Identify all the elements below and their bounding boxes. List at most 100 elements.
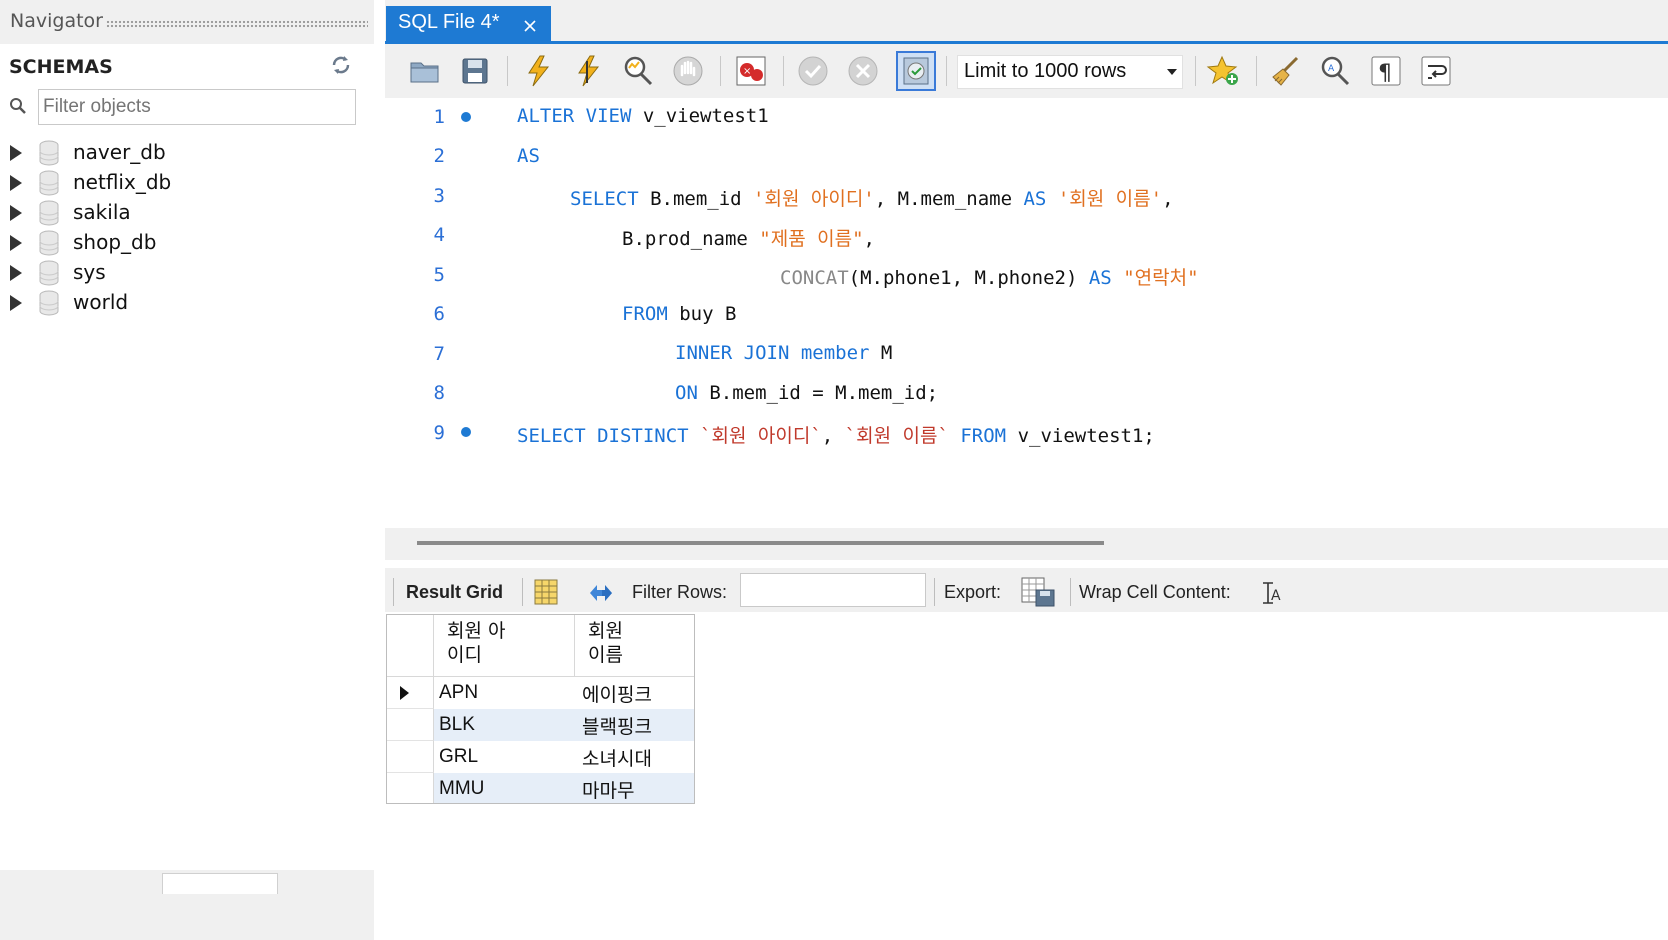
code-token: INNER JOIN xyxy=(675,342,790,364)
row-header[interactable] xyxy=(387,677,434,709)
result-grid-tab[interactable]: Result Grid xyxy=(406,582,503,603)
grid-cell[interactable]: APN xyxy=(434,677,575,709)
toolbar-separator xyxy=(934,578,935,606)
code-line-8[interactable]: ON B.mem_id = M.mem_id; xyxy=(675,382,938,404)
grid-cell[interactable]: BLK xyxy=(434,709,575,741)
filter-rows-input[interactable] xyxy=(740,573,926,607)
code-token: , xyxy=(821,425,845,447)
code-line-3[interactable]: SELECT B.mem_id '회원 아이디', M.mem_name AS … xyxy=(570,184,1174,211)
code-line-6[interactable]: FROM buy B xyxy=(622,303,736,325)
expand-arrow-icon[interactable] xyxy=(10,205,22,221)
result-grid[interactable]: 회원 아 이디 회원 이름 APN 에이핑크 BLK 블랙핑크 GRL 소녀시대… xyxy=(386,614,695,804)
toolbar-separator xyxy=(1070,578,1071,606)
find-replace-icon[interactable]: A xyxy=(1317,53,1353,89)
line-number: 5 xyxy=(433,264,445,286)
row-header[interactable] xyxy=(387,709,434,741)
toolbar-separator xyxy=(393,578,394,606)
column-header-member-name[interactable]: 회원 이름 xyxy=(575,615,694,677)
code-token: (M.phone1, M.phone2) xyxy=(848,267,1089,289)
editor-tabstrip xyxy=(385,0,1668,44)
toggle-error-icon[interactable]: × xyxy=(733,53,769,89)
stop-hand-icon[interactable] xyxy=(670,53,706,89)
line-number: 7 xyxy=(433,343,445,365)
row-header[interactable] xyxy=(387,773,434,803)
export-icon[interactable] xyxy=(1020,576,1056,612)
filter-objects-input[interactable] xyxy=(38,89,356,125)
expand-arrow-icon[interactable] xyxy=(10,265,22,281)
code-token: FROM xyxy=(622,303,668,325)
rollback-x-icon[interactable] xyxy=(845,53,881,89)
navigator-grip[interactable] xyxy=(106,20,368,28)
wrap-cell-icon[interactable]: A xyxy=(1260,580,1284,610)
schema-label: sakila xyxy=(73,200,131,224)
schema-item-world[interactable]: world xyxy=(8,290,308,318)
svg-text:A: A xyxy=(1271,588,1281,604)
grid-cell[interactable]: MMU xyxy=(434,773,575,803)
schema-item-shop-db[interactable]: shop_db xyxy=(8,230,308,258)
schema-item-sys[interactable]: sys xyxy=(8,260,308,288)
invisible-chars-icon[interactable]: ¶ xyxy=(1368,53,1404,89)
schema-label: naver_db xyxy=(73,140,166,164)
open-folder-icon[interactable] xyxy=(407,53,443,89)
code-line-2[interactable]: AS xyxy=(517,145,540,167)
tab-label: SQL File 4* xyxy=(398,11,500,33)
database-icon xyxy=(39,230,59,256)
code-line-5[interactable]: CONCAT(M.phone1, M.phone2) AS "연락처" xyxy=(780,263,1199,290)
save-icon[interactable] xyxy=(457,53,493,89)
execute-lightning-icon[interactable] xyxy=(520,53,556,89)
chevron-down-icon[interactable] xyxy=(1167,69,1177,75)
expand-arrow-icon[interactable] xyxy=(10,145,22,161)
execute-current-icon[interactable] xyxy=(570,53,606,89)
navigator-title: Navigator xyxy=(10,10,103,32)
word-wrap-icon[interactable] xyxy=(1418,53,1454,89)
schema-item-naver-db[interactable]: naver_db xyxy=(8,140,308,168)
expand-arrow-icon[interactable] xyxy=(10,235,22,251)
column-header-member-id[interactable]: 회원 아 이디 xyxy=(434,615,575,677)
export-label: Export: xyxy=(944,582,1002,602)
code-token: B.mem_id xyxy=(638,188,754,210)
toolbar-separator xyxy=(1256,56,1257,86)
toolbar-separator xyxy=(522,578,523,606)
toolbar-separator xyxy=(946,56,947,86)
commit-check-icon[interactable] xyxy=(795,53,831,89)
expand-arrow-icon[interactable] xyxy=(10,295,22,311)
schema-item-sakila[interactable]: sakila xyxy=(8,200,308,228)
code-token: v_viewtest1 xyxy=(631,105,769,127)
code-line-4[interactable]: B.prod_name "제품 이름", xyxy=(622,224,875,251)
navigator-bottom-tab[interactable] xyxy=(162,873,278,894)
autocommit-toggle-icon[interactable] xyxy=(896,51,936,91)
schemas-label: SCHEMAS xyxy=(9,56,113,78)
code-line-9[interactable]: SELECT DISTINCT `회원 아이디`, `회원 이름` FROM v… xyxy=(517,421,1155,448)
beautify-broom-icon[interactable] xyxy=(1267,53,1303,89)
schema-item-netflix-db[interactable]: netflix_db xyxy=(8,170,308,198)
close-icon[interactable] xyxy=(522,12,538,40)
grid-cell[interactable]: 소녀시대 xyxy=(575,741,694,773)
refresh-icon[interactable] xyxy=(330,55,352,80)
explain-magnifier-icon[interactable] xyxy=(620,53,656,89)
code-line-7[interactable]: INNER JOIN member M xyxy=(675,342,892,364)
refresh-arrows-icon[interactable] xyxy=(586,580,616,610)
code-token: M xyxy=(869,342,893,364)
expand-arrow-icon[interactable] xyxy=(10,175,22,191)
scrollbar-thumb[interactable] xyxy=(417,541,1104,545)
grid-cell[interactable]: 마마무 xyxy=(575,773,694,803)
grid-cell[interactable]: 에이핑크 xyxy=(575,677,694,709)
grid-cell[interactable]: GRL xyxy=(434,741,575,773)
code-token: B.prod_name xyxy=(622,228,760,250)
toolbar-separator xyxy=(1195,56,1196,86)
schema-label: sys xyxy=(73,260,106,284)
row-header[interactable] xyxy=(387,741,434,773)
database-icon xyxy=(39,200,59,226)
add-snippet-star-icon[interactable] xyxy=(1206,53,1242,89)
line-number: 2 xyxy=(433,145,445,167)
database-icon xyxy=(39,170,59,196)
database-icon xyxy=(39,260,59,286)
code-line-1[interactable]: ALTER VIEW v_viewtest1 xyxy=(517,105,769,127)
sql-editor[interactable] xyxy=(385,98,1668,528)
code-token: `회원 아이디` xyxy=(700,425,822,447)
grid-view-icon[interactable] xyxy=(533,578,559,610)
grid-cell[interactable]: 블랙핑크 xyxy=(575,709,694,741)
